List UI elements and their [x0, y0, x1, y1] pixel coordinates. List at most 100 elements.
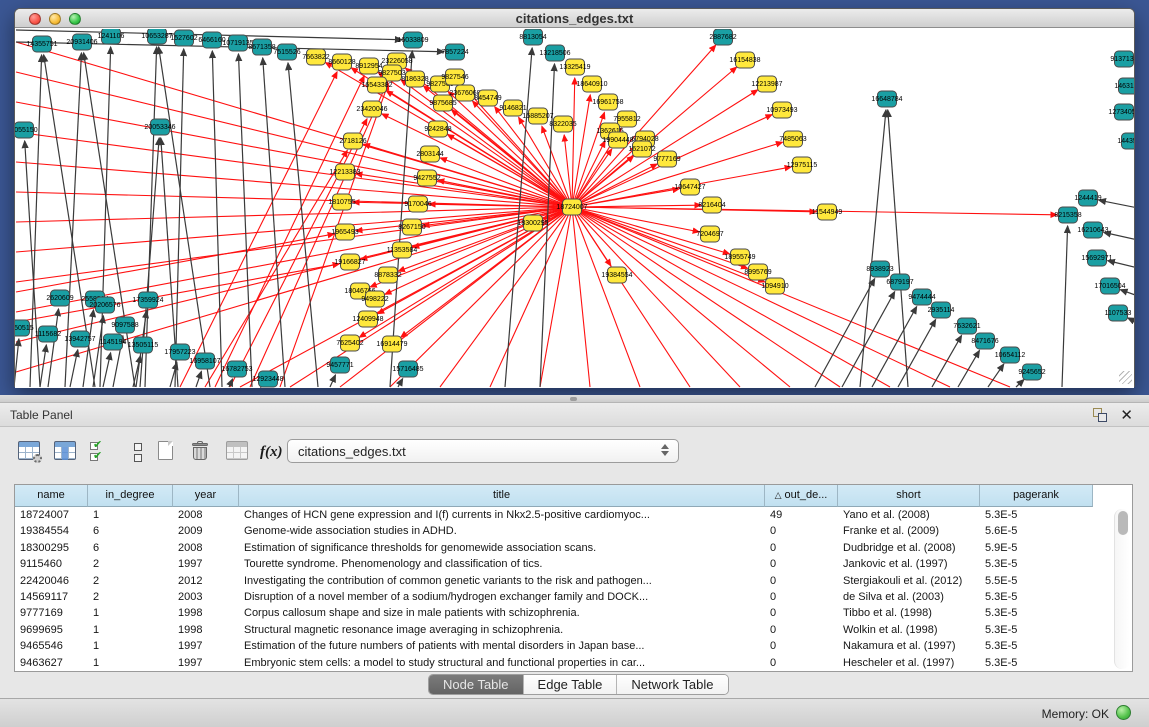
network-graph[interactable]: 1872400718300295193845548660128891295423… — [15, 29, 1134, 388]
vertical-scrollbar[interactable] — [1114, 509, 1130, 669]
split-pane-divider[interactable] — [0, 395, 1149, 403]
table-row[interactable]: 2242004622012Investigating the contribut… — [15, 573, 1132, 589]
tab-network-table[interactable]: Network Table — [617, 675, 727, 694]
network-node[interactable]: 1463155 — [1114, 78, 1134, 94]
network-node[interactable]: 1621072 — [628, 141, 655, 157]
black-edge[interactable] — [238, 54, 252, 387]
network-node[interactable]: 8215358 — [1054, 207, 1081, 223]
row-selection-button[interactable]: ✔ ✔ — [90, 441, 114, 467]
black-edge[interactable] — [15, 339, 19, 387]
table-row[interactable]: 969969511998Structural magnetic resonanc… — [15, 622, 1132, 638]
network-node[interactable]: 11544949 — [812, 204, 843, 220]
network-node[interactable]: 9137139 — [1110, 51, 1134, 67]
network-node[interactable]: 16961758 — [592, 94, 623, 110]
network-node[interactable]: 7632621 — [953, 318, 980, 334]
network-node[interactable]: 9350515 — [15, 320, 34, 336]
network-node[interactable]: 11353584 — [387, 242, 418, 258]
black-edge[interactable] — [263, 58, 285, 387]
black-edge[interactable] — [958, 350, 979, 387]
network-node[interactable]: 7857224 — [441, 44, 468, 60]
red-edge[interactable] — [572, 207, 790, 387]
network-node[interactable]: 13218506 — [539, 45, 570, 61]
network-node[interactable]: 8671358 — [248, 39, 275, 55]
network-node[interactable]: 8813054 — [519, 29, 546, 45]
network-node[interactable]: 19384554 — [601, 267, 632, 283]
network-node[interactable]: 13325419 — [559, 59, 590, 75]
network-node[interactable]: 17016504 — [1094, 278, 1125, 294]
column-header-out_de[interactable]: △out_de... — [765, 485, 838, 507]
network-node[interactable]: 6879197 — [886, 274, 913, 290]
table-row[interactable]: 911546021997Tourette syndrome. Phenomeno… — [15, 556, 1132, 572]
network-node[interactable]: 8454749 — [474, 90, 501, 106]
network-node[interactable]: 9474444 — [908, 289, 935, 305]
red-edge[interactable] — [572, 78, 575, 207]
black-edge[interactable] — [103, 353, 111, 387]
red-edge[interactable] — [572, 207, 590, 387]
network-node[interactable]: 2935114 — [928, 302, 955, 318]
column-header-year[interactable]: year — [173, 485, 239, 507]
red-edge[interactable] — [572, 207, 1010, 387]
network-node[interactable]: 1241106 — [98, 29, 125, 44]
black-edge[interactable] — [860, 110, 886, 387]
network-node[interactable]: 13505115 — [128, 337, 159, 353]
network-node[interactable]: 16210643 — [1077, 222, 1108, 238]
column-header-in_degree[interactable]: in_degree — [88, 485, 173, 507]
network-node[interactable]: 7625402 — [336, 335, 363, 351]
red-edge[interactable] — [16, 132, 572, 207]
network-node[interactable]: 12734054 — [1108, 104, 1134, 120]
network-node[interactable]: 8878332 — [374, 267, 401, 283]
black-edge[interactable] — [1120, 290, 1134, 296]
network-node[interactable]: 8216404 — [698, 197, 725, 213]
network-node[interactable]: 8322035 — [549, 116, 576, 132]
network-node[interactable]: 1107533 — [1105, 305, 1132, 321]
tab-node-table[interactable]: Node Table — [429, 675, 524, 694]
red-edge[interactable] — [490, 207, 572, 387]
black-edge[interactable] — [1128, 318, 1134, 323]
network-node[interactable]: 9827546 — [441, 69, 468, 85]
function-builder-button[interactable]: f(x) — [260, 441, 284, 467]
network-node[interactable]: 8660128 — [328, 54, 355, 70]
red-edge[interactable] — [205, 150, 347, 387]
table-select-dropdown[interactable]: citations_edges.txt — [287, 439, 679, 463]
network-node[interactable]: 10654112 — [995, 347, 1026, 363]
table-row[interactable]: 946362711997Embryonic stem cells: a mode… — [15, 655, 1132, 671]
table-row[interactable]: 977716911998Corpus callosum shape and si… — [15, 605, 1132, 621]
network-node[interactable]: 12923448 — [252, 371, 283, 387]
column-header-short[interactable]: short — [838, 485, 980, 507]
network-node[interactable]: 1965493 — [331, 224, 358, 240]
network-node[interactable]: 15692971 — [1081, 250, 1112, 266]
column-header-title[interactable]: title — [239, 485, 765, 507]
network-node[interactable]: 1443542 — [1117, 133, 1134, 149]
network-node[interactable]: 9245652 — [1018, 364, 1045, 380]
network-node[interactable]: 16648784 — [871, 91, 902, 107]
network-node[interactable]: 2887682 — [709, 29, 736, 45]
window-titlebar[interactable]: citations_edges.txt — [15, 9, 1134, 28]
black-edge[interactable] — [170, 363, 177, 387]
network-node[interactable]: 14355751 — [26, 36, 57, 52]
network-node[interactable]: 9097588 — [111, 317, 138, 333]
network-node[interactable]: 12213987 — [751, 76, 782, 92]
red-edge[interactable] — [572, 207, 950, 387]
delete-columns-button[interactable] — [192, 441, 216, 467]
black-edge[interactable] — [93, 316, 103, 387]
network-node[interactable]: 7515526 — [273, 44, 300, 60]
float-window-icon[interactable] — [1093, 408, 1107, 422]
red-edge[interactable] — [16, 207, 572, 222]
network-node[interactable]: 8186328 — [401, 71, 428, 87]
black-edge[interactable] — [48, 309, 59, 387]
network-node[interactable]: 10647427 — [674, 179, 705, 195]
scrollbar-thumb[interactable] — [1118, 511, 1128, 535]
black-edge[interactable] — [872, 307, 917, 387]
red-edge[interactable] — [16, 207, 572, 252]
network-node[interactable]: 13942757 — [64, 331, 95, 347]
network-node[interactable]: 1094910 — [761, 278, 788, 294]
network-node[interactable]: 1810755 — [328, 194, 355, 210]
column-header-pagerank[interactable]: pagerank — [980, 485, 1093, 507]
table-row[interactable]: 1830029562008Estimation of significance … — [15, 540, 1132, 556]
network-node[interactable]: 9242848 — [424, 121, 451, 137]
black-edge[interactable] — [398, 379, 403, 387]
network-node[interactable]: 16033809 — [397, 32, 428, 48]
new-column-button[interactable] — [158, 441, 182, 467]
network-node[interactable]: 9498222 — [361, 291, 388, 307]
table-row[interactable]: 946554611997Estimation of the future num… — [15, 638, 1132, 654]
